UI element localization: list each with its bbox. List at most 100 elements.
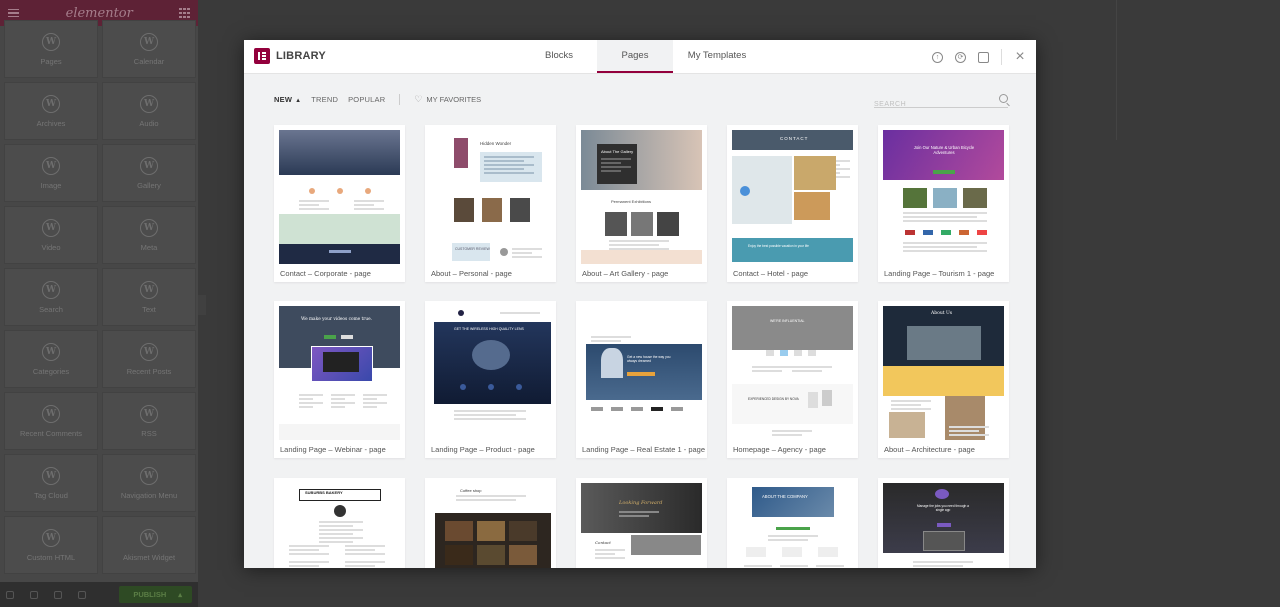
template-card[interactable]: WE'RE INFLUENTIAL EXPERIENCED DESIGN BY N…: [727, 301, 858, 458]
preview-block: [619, 511, 659, 513]
filter-my-favorites[interactable]: ♡ MY FAVORITES: [414, 94, 481, 105]
template-thumbnail[interactable]: Coffee shop: [430, 483, 551, 568]
preview-block: [923, 230, 933, 235]
navigator-icon[interactable]: [30, 590, 38, 599]
preview-text: Get a new house the way you always dream…: [627, 355, 671, 363]
template-card[interactable]: Manage the jobs you need through a singl…: [878, 478, 1009, 568]
widget-tile[interactable]: W Akismet Widget: [102, 516, 196, 574]
template-card[interactable]: GET THE WIRELESS HIGH QUALITY LENS Landin…: [425, 301, 556, 458]
template-thumbnail[interactable]: CONTACT Enjoy the best possible vacation …: [732, 130, 853, 264]
preview-block: [319, 541, 353, 543]
widgets-grid-icon[interactable]: [179, 7, 190, 19]
widget-tile[interactable]: W Meta: [102, 206, 196, 264]
widget-tile[interactable]: W Image: [4, 144, 98, 202]
preview-block: [509, 521, 537, 541]
widget-tile[interactable]: W Pages: [4, 20, 98, 78]
widget-tile[interactable]: W Archives: [4, 82, 98, 140]
template-thumbnail[interactable]: Hidden Wonder CUSTOMER REVIEW: [430, 130, 551, 264]
template-card[interactable]: ABOUT THE COMPANY: [727, 478, 858, 568]
filter-new[interactable]: NEW ▲: [274, 95, 301, 104]
chevron-up-icon[interactable]: ▴: [178, 590, 182, 599]
widget-tile[interactable]: W Recent Comments: [4, 392, 98, 450]
template-thumbnail[interactable]: Get a new house the way you always dream…: [581, 306, 702, 440]
preview-block: [329, 250, 351, 253]
preview-text: Permanent Exhibitions: [611, 199, 652, 204]
panel-collapse-handle[interactable]: [198, 295, 206, 315]
template-thumbnail[interactable]: We make your videos come true.: [279, 306, 400, 440]
tab-blocks[interactable]: Blocks: [521, 40, 597, 73]
widget-tile[interactable]: W Gallery: [102, 144, 196, 202]
publish-button[interactable]: PUBLISH ▴: [119, 586, 192, 603]
widget-tile[interactable]: W RSS: [102, 392, 196, 450]
settings-icon[interactable]: [6, 590, 14, 599]
template-thumbnail[interactable]: GET THE WIRELESS HIGH QUALITY LENS: [430, 306, 551, 440]
widget-tile[interactable]: W Tag Cloud: [4, 454, 98, 512]
template-thumbnail[interactable]: ABOUT THE COMPANY: [732, 483, 853, 568]
template-thumbnail[interactable]: [279, 130, 400, 264]
template-thumbnail[interactable]: Looking Forward Contact: [581, 483, 702, 568]
preview-block: [651, 407, 663, 411]
preview-block: [913, 561, 973, 563]
template-card[interactable]: Contact – Corporate - page: [274, 125, 405, 282]
widget-tile[interactable]: W Text: [102, 268, 196, 326]
upload-icon[interactable]: ↑: [932, 51, 943, 63]
widget-tile[interactable]: W Video: [4, 206, 98, 264]
search-icon[interactable]: [999, 94, 1008, 103]
template-thumbnail[interactable]: About The Gallery Permanent Exhibitions: [581, 130, 702, 264]
close-icon[interactable]: ×: [1014, 49, 1026, 65]
preview-block: [768, 539, 808, 541]
preview-block: [836, 160, 850, 162]
heart-icon: ♡: [414, 94, 423, 104]
preview-block: [331, 398, 345, 400]
preview-block: [454, 198, 474, 222]
preview-block: [935, 489, 949, 499]
template-thumbnail[interactable]: WE'RE INFLUENTIAL EXPERIENCED DESIGN BY N…: [732, 306, 853, 440]
filter-popular[interactable]: POPULAR: [348, 95, 385, 104]
preview-block: [792, 366, 832, 368]
widget-tile[interactable]: W Audio: [102, 82, 196, 140]
template-card[interactable]: We make your videos come true. Landing Pa…: [274, 301, 405, 458]
widget-tile[interactable]: W Recent Posts: [102, 330, 196, 388]
menu-icon[interactable]: [8, 8, 19, 18]
preview-block: [609, 244, 659, 246]
widget-tile[interactable]: W Search: [4, 268, 98, 326]
preview-block: [299, 208, 329, 210]
widget-tile[interactable]: W Calendar: [102, 20, 196, 78]
preview-block: [891, 400, 931, 402]
preview-block: [601, 162, 621, 164]
preview-block: [605, 212, 627, 236]
tab-my-templates[interactable]: My Templates: [673, 40, 761, 73]
widget-label: Pages: [40, 56, 62, 66]
sync-icon[interactable]: ⟳: [955, 51, 966, 63]
template-thumbnail[interactable]: Join Our Nature & Urban Bicycle Adventur…: [883, 130, 1004, 264]
tab-pages[interactable]: Pages: [597, 40, 673, 73]
search-input[interactable]: [874, 101, 984, 108]
template-card[interactable]: About The Gallery Permanent Exhibitions Ab…: [576, 125, 707, 282]
template-card[interactable]: Hidden Wonder CUSTOMER REVIEW About – Pers…: [425, 125, 556, 282]
preview-block: [319, 529, 363, 531]
save-icon[interactable]: [978, 51, 989, 63]
widget-tile[interactable]: W Custom HTML: [4, 516, 98, 574]
template-card[interactable]: Looking Forward Contact: [576, 478, 707, 568]
template-card[interactable]: Join Our Nature & Urban Bicycle Adventur…: [878, 125, 1009, 282]
preview-block: [949, 430, 979, 432]
template-card[interactable]: SUBURBS BAKERY: [274, 478, 405, 568]
template-thumbnail[interactable]: About Us: [883, 306, 1004, 440]
history-icon[interactable]: [54, 590, 62, 599]
widget-tile[interactable]: W Navigation Menu: [102, 454, 196, 512]
responsive-icon[interactable]: [78, 590, 86, 599]
preview-block: [782, 547, 802, 557]
template-card[interactable]: Get a new house the way you always dream…: [576, 301, 707, 458]
template-card[interactable]: CONTACT Enjoy the best possible vacation …: [727, 125, 858, 282]
preview-block: [331, 402, 355, 404]
preview-block: [309, 188, 315, 194]
template-thumbnail[interactable]: Manage the jobs you need through a singl…: [883, 483, 1004, 568]
template-card[interactable]: Coffee shop: [425, 478, 556, 568]
widget-tile[interactable]: W Categories: [4, 330, 98, 388]
filter-trend[interactable]: TREND: [311, 95, 338, 104]
template-card[interactable]: About Us About – Architecture - page: [878, 301, 1009, 458]
preview-block: [949, 426, 989, 428]
template-library-modal: LIBRARY Blocks Pages My Templates ↑ ⟳ × …: [244, 40, 1036, 568]
preview-block: [780, 350, 788, 356]
template-thumbnail[interactable]: SUBURBS BAKERY: [279, 483, 400, 568]
